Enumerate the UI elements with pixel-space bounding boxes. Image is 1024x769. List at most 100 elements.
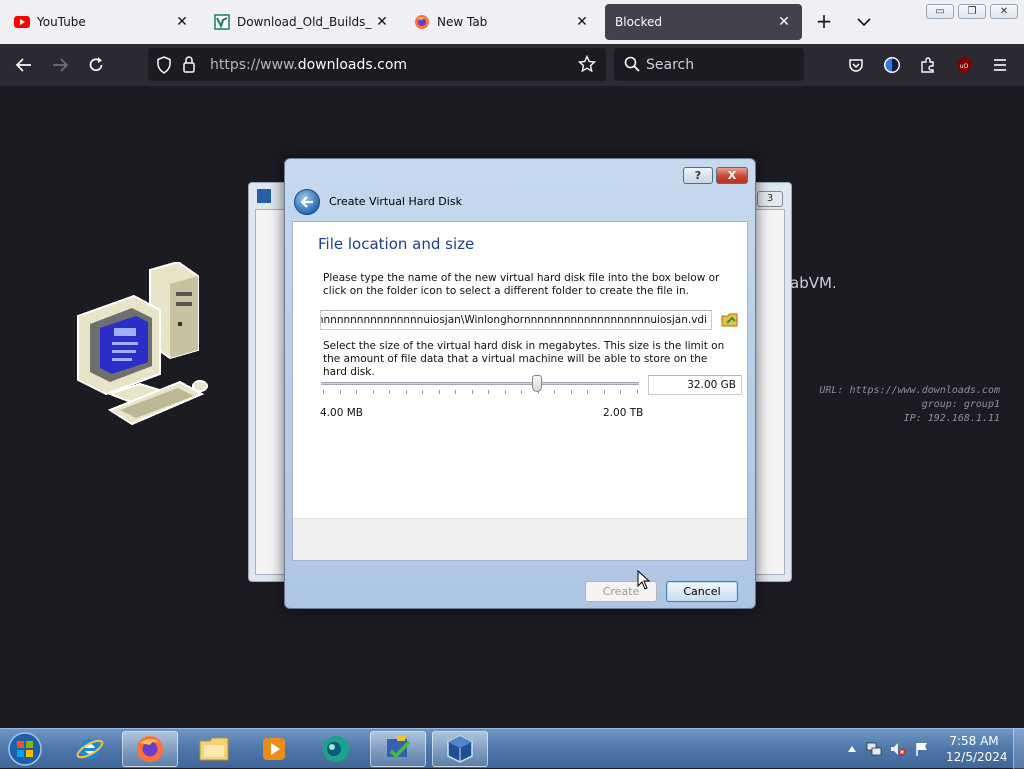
- flag-icon: [916, 743, 927, 756]
- info-url: URL: https://www.downloads.com: [819, 385, 1000, 396]
- start-button[interactable]: [4, 731, 46, 767]
- action-center-tray-button[interactable]: [914, 741, 930, 757]
- slider-max-label: 2.00 TB: [603, 407, 644, 419]
- back-arrow-icon: [300, 196, 313, 208]
- navigation-toolbar: https://www.downloads.com Search uO: [0, 44, 1024, 86]
- account-icon: [884, 57, 900, 73]
- tab-close-icon[interactable]: ✕: [572, 14, 592, 30]
- mouse-cursor-icon: [637, 570, 651, 590]
- search-bar[interactable]: Search: [614, 48, 804, 81]
- file-location-input[interactable]: Winlonghornnnnnnnnnnnnnnnnnuiosjan\Winlo…: [320, 310, 712, 330]
- minimize-button[interactable]: ▭: [926, 4, 954, 19]
- slider-tick: [422, 390, 424, 394]
- url-text: https://www.downloads.com: [210, 57, 407, 73]
- dialog-title: Create Virtual Hard Disk: [329, 195, 462, 208]
- clock-date[interactable]: 12/5/2024: [946, 750, 1008, 764]
- chevron-down-icon: [857, 18, 871, 27]
- slider-tick: [554, 390, 556, 394]
- lock-icon[interactable]: [182, 55, 196, 76]
- tab-bar: YouTube ✕ Download_Old_Builds_6_0 ✕ New …: [0, 0, 1024, 44]
- media-player-icon: [263, 738, 285, 760]
- show-hidden-icons-button[interactable]: [844, 741, 860, 757]
- slider-min-label: 4.00 MB: [320, 407, 363, 419]
- computer-illustration: [77, 262, 208, 426]
- dialog-close-button[interactable]: X: [716, 167, 748, 184]
- choose-folder-button[interactable]: [721, 311, 739, 329]
- virtualbox-icon: [447, 735, 473, 763]
- bookmark-star-icon[interactable]: [577, 54, 597, 76]
- tab-title: Blocked: [615, 15, 663, 29]
- virtualbox-icon: [257, 189, 271, 203]
- internet-explorer-icon: [76, 739, 104, 759]
- account-button[interactable]: [880, 53, 904, 77]
- ublock-button[interactable]: uO: [952, 53, 976, 77]
- taskbar-browser-app[interactable]: [308, 731, 364, 767]
- background-window-close-button[interactable]: 3: [757, 191, 783, 207]
- slider-tick: [455, 390, 457, 394]
- slider-tick: [389, 390, 391, 394]
- help-button[interactable]: ?: [683, 167, 713, 184]
- list-all-tabs-button[interactable]: [852, 10, 876, 34]
- clock-time[interactable]: 7:58 AM: [946, 734, 1002, 748]
- tab-blocked[interactable]: Blocked ✕: [605, 4, 802, 40]
- menu-button[interactable]: [988, 53, 1012, 77]
- network-icon: [866, 742, 882, 756]
- wizard-page: File location and size Please type the n…: [292, 221, 748, 561]
- size-slider-track[interactable]: [321, 382, 639, 385]
- svg-text:uO: uO: [960, 63, 969, 70]
- slider-tick: [372, 390, 374, 394]
- site-favicon-icon: [214, 14, 230, 30]
- back-button[interactable]: [12, 53, 36, 77]
- connection-info: URL: https://www.downloads.com group: gr…: [819, 384, 1000, 426]
- firefox-icon: [137, 736, 163, 762]
- restore-button[interactable]: ❐: [958, 4, 986, 19]
- dialog-footer: [293, 518, 747, 560]
- create-virtual-hard-disk-dialog: ? X Create Virtual Hard Disk File locati…: [284, 158, 756, 609]
- forward-button[interactable]: [48, 53, 72, 77]
- taskbar-installer-app[interactable]: [370, 731, 426, 767]
- reload-icon: [89, 57, 103, 72]
- size-input[interactable]: 32.00 GB: [648, 375, 742, 395]
- browser-app-icon: [323, 736, 349, 762]
- taskbar-file-explorer[interactable]: [186, 731, 242, 767]
- tab-download-old-builds[interactable]: Download_Old_Builds_6_0 ✕: [204, 4, 400, 40]
- hamburger-menu-icon: [994, 59, 1006, 71]
- tab-youtube[interactable]: YouTube ✕: [4, 4, 200, 40]
- ublock-origin-icon: uO: [957, 57, 971, 74]
- installer-app-icon: [387, 736, 411, 759]
- cancel-button[interactable]: Cancel: [666, 581, 738, 602]
- extensions-button[interactable]: [916, 53, 940, 77]
- tab-close-icon[interactable]: ✕: [372, 14, 392, 30]
- taskbar-media-player[interactable]: [246, 731, 302, 767]
- slider-tick: [323, 390, 324, 394]
- url-bar[interactable]: https://www.downloads.com: [148, 48, 606, 81]
- size-slider-thumb[interactable]: [532, 375, 543, 392]
- wizard-back-button[interactable]: [294, 189, 320, 215]
- tab-title: YouTube: [37, 15, 86, 29]
- arrow-left-icon: [15, 58, 31, 72]
- file-location-value: Winlonghornnnnnnnnnnnnnnnnnuiosjan\Winlo…: [321, 314, 707, 326]
- taskbar-virtualbox[interactable]: [432, 731, 488, 767]
- tab-close-icon[interactable]: ✕: [774, 14, 794, 30]
- volume-muted-icon: [891, 743, 906, 756]
- tab-title: New Tab: [437, 15, 488, 29]
- reload-button[interactable]: [84, 53, 108, 77]
- pocket-button[interactable]: [844, 53, 868, 77]
- taskbar-firefox[interactable]: [122, 731, 178, 767]
- network-tray-button[interactable]: [866, 741, 882, 757]
- show-desktop-button[interactable]: [1013, 729, 1024, 769]
- taskbar-internet-explorer[interactable]: [62, 731, 118, 767]
- slider-tick: [521, 390, 523, 394]
- slider-tick: [637, 390, 638, 394]
- url-host: downloads.com: [297, 57, 408, 73]
- windows-logo-icon: [8, 732, 42, 766]
- tab-new-tab[interactable]: New Tab ✕: [404, 4, 600, 40]
- slider-tick: [620, 390, 622, 394]
- tracking-protection-shield-icon[interactable]: [156, 56, 172, 77]
- search-placeholder: Search: [646, 57, 695, 73]
- new-tab-button[interactable]: +: [812, 10, 836, 34]
- firefox-icon: [414, 14, 430, 30]
- window-close-button[interactable]: ✕: [990, 4, 1018, 19]
- volume-tray-button[interactable]: [890, 741, 906, 757]
- tab-close-icon[interactable]: ✕: [172, 14, 192, 30]
